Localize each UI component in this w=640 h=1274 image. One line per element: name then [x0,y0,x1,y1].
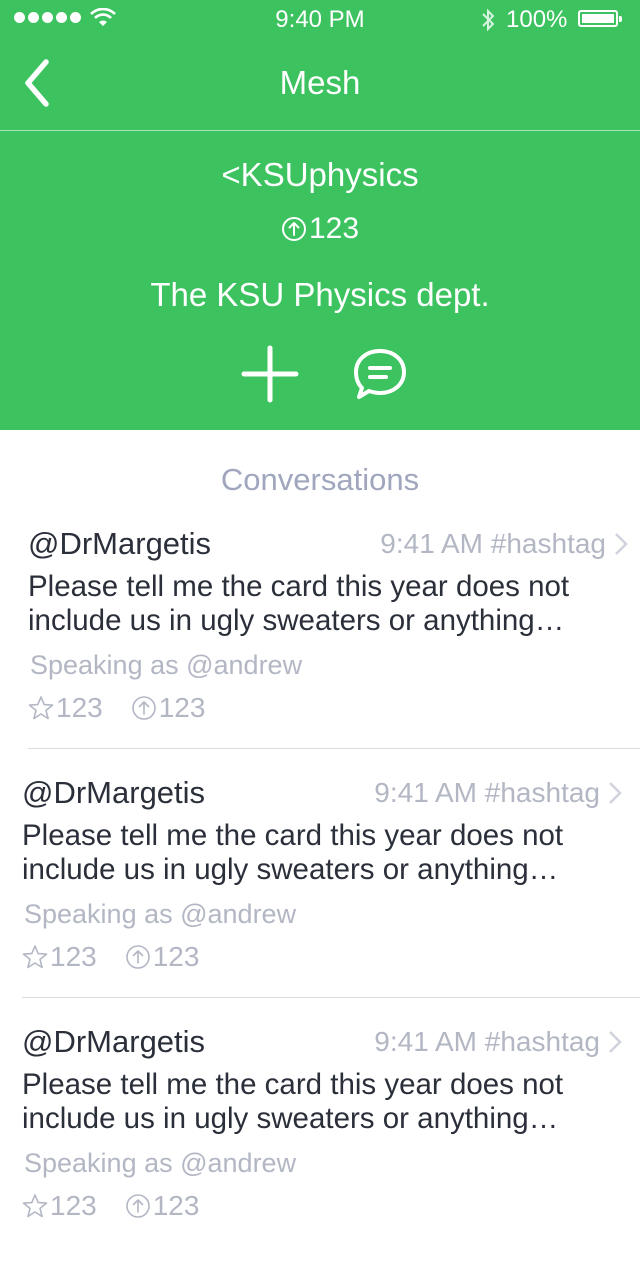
star-icon [22,945,48,969]
speaking-as: Speaking as @andrew [24,1148,297,1178]
divider [28,748,640,749]
upvote-count: 123 [158,692,206,723]
upvote-stat[interactable]: 123 [125,941,200,973]
conversation-item[interactable]: @DrMargetis 9:41 AM #hashtag Please tell… [22,1024,622,1274]
conversation-item[interactable]: @DrMargetis 9:41 AM #hashtag Please tell… [28,526,640,776]
speaking-as: Speaking as @andrew [30,650,303,680]
upvote-icon [131,696,156,720]
divider [0,130,640,131]
group-handle: <KSUphysics [221,156,419,193]
chat-bubble-icon[interactable] [350,344,410,404]
conversation-meta: 9:41 AM #hashtag [374,777,600,808]
upvote-icon [125,945,150,969]
conversation-meta: 9:41 AM #hashtag [380,528,606,559]
star-stat[interactable]: 123 [22,941,97,973]
chevron-right-icon[interactable] [614,532,628,556]
divider [22,997,640,998]
upvote-count: 123 [152,1190,200,1221]
conversation-body: Please tell me the card this year does n… [28,570,570,637]
group-upvote-count: 123 [308,212,360,245]
conversation-stats: 123 123 [22,1190,199,1222]
conversation-meta: 9:41 AM #hashtag [374,1026,600,1057]
group-header: 9:40 PM 100% Mesh <KSUphysics 123 The KS… [0,0,640,430]
star-count: 123 [50,1190,97,1221]
status-bar: 9:40 PM 100% [0,0,640,40]
group-upvotes[interactable]: 123 [0,212,640,246]
conversation-body: Please tell me the card this year does n… [22,819,564,886]
battery-percent: 100% [506,6,568,33]
conversation-author[interactable]: @DrMargetis [28,526,211,562]
conversation-stats: 123 123 [22,941,199,973]
star-stat[interactable]: 123 [28,692,103,724]
upvote-icon [125,1194,150,1218]
section-title: Conversations [220,462,420,497]
navigation-bar: Mesh [0,40,640,130]
group-description: The KSU Physics dept. [150,276,490,313]
conversation-author[interactable]: @DrMargetis [22,775,205,811]
battery-icon [578,10,622,27]
bluetooth-icon [482,8,495,32]
speaking-as: Speaking as @andrew [24,899,297,929]
upvote-count: 123 [152,941,200,972]
chevron-right-icon[interactable] [608,781,622,805]
star-count: 123 [50,941,97,972]
chevron-right-icon[interactable] [608,1030,622,1054]
nav-title: Mesh [279,64,361,101]
plus-icon[interactable] [238,344,302,404]
upvote-icon [281,217,306,241]
star-icon [22,1194,48,1218]
upvote-stat[interactable]: 123 [125,1190,200,1222]
conversation-author[interactable]: @DrMargetis [22,1024,205,1060]
conversation-stats: 123 123 [28,692,205,724]
star-stat[interactable]: 123 [22,1190,97,1222]
conversation-item[interactable]: @DrMargetis 9:41 AM #hashtag Please tell… [22,775,640,1025]
star-icon [28,696,54,720]
conversation-body: Please tell me the card this year does n… [22,1068,564,1135]
upvote-stat[interactable]: 123 [131,692,206,724]
star-count: 123 [56,692,103,723]
